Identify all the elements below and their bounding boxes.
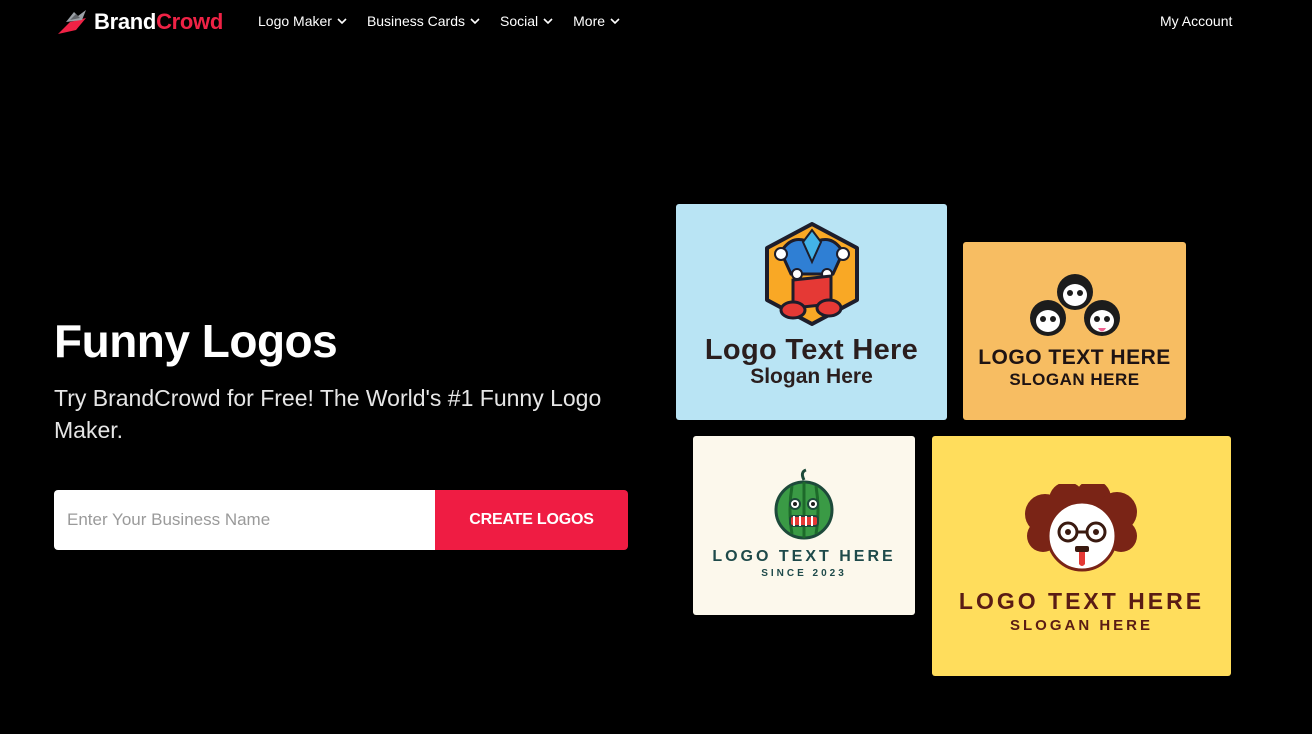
- three-monkeys-icon: [1029, 274, 1120, 336]
- my-account-link[interactable]: My Account: [1160, 13, 1232, 29]
- menu-social-label: Social: [499, 13, 539, 29]
- create-logos-button[interactable]: CREATE LOGOS: [435, 490, 628, 550]
- chevron-down-icon: [337, 17, 347, 24]
- logo-example-card[interactable]: LOGO TEXT HERE SINCE 2023: [693, 436, 915, 615]
- top-navigation: BrandCrowd Logo Maker Business Cards Soc…: [0, 0, 1312, 44]
- curly-nerd-face-icon: [1024, 484, 1137, 572]
- menu-more-label: More: [573, 13, 606, 29]
- brandcrowd-logo-icon: [58, 10, 86, 34]
- chevron-down-icon: [470, 17, 480, 24]
- menu-business-cards[interactable]: Business Cards: [367, 13, 480, 29]
- brand-logo[interactable]: BrandCrowd: [56, 8, 223, 36]
- chevron-down-icon: [610, 17, 620, 24]
- logo-example-card[interactable]: LOGO TEXT HERE SLOGAN HERE: [963, 242, 1186, 420]
- logo-slogan: SINCE 2023: [761, 568, 847, 579]
- jester-music-icon: [764, 222, 859, 326]
- business-name-form: CREATE LOGOS: [54, 490, 628, 550]
- watermelon-face-icon: [774, 468, 834, 540]
- logo-slogan: Slogan Here: [750, 365, 873, 388]
- business-name-input[interactable]: [54, 490, 435, 550]
- brand-name: BrandCrowd: [94, 9, 223, 35]
- logo-text: LOGO TEXT HERE: [958, 588, 1205, 614]
- menu-business-cards-label: Business Cards: [366, 13, 465, 29]
- menu-social[interactable]: Social: [500, 13, 553, 29]
- logo-example-card[interactable]: LOGO TEXT HERE SLOGAN HERE: [932, 436, 1231, 676]
- menu-logo-maker[interactable]: Logo Maker: [258, 13, 347, 29]
- hero-subtitle: Try BrandCrowd for Free! The World's #1 …: [54, 385, 602, 443]
- menu-more[interactable]: More: [573, 13, 620, 29]
- chevron-down-icon: [543, 17, 553, 24]
- menu-logo-maker-label: Logo Maker: [258, 13, 332, 29]
- logo-text: Logo Text Here: [704, 334, 919, 366]
- brand-name-part2: Crowd: [156, 9, 224, 34]
- brand-name-part1: Brand: [94, 9, 157, 34]
- logo-example-card[interactable]: Logo Text Here Slogan Here: [676, 204, 947, 420]
- main-menu: Logo Maker Business Cards Social More: [258, 13, 620, 29]
- logo-slogan: SLOGAN HERE: [1009, 617, 1153, 634]
- logo-text: LOGO TEXT HERE: [712, 548, 896, 565]
- logo-text: LOGO TEXT HERE: [978, 346, 1171, 369]
- logo-slogan: SLOGAN HERE: [1009, 370, 1140, 389]
- page-title: Funny Logos: [54, 315, 338, 367]
